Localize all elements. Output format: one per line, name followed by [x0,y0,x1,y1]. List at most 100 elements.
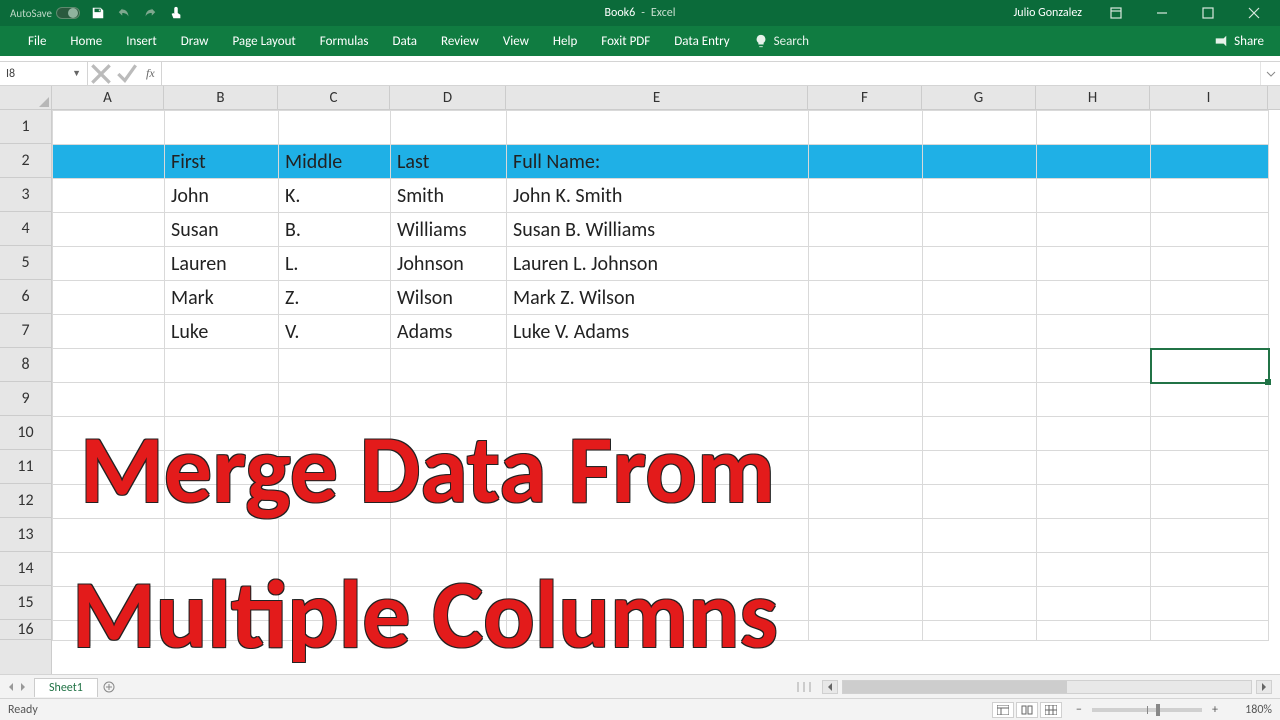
cell-I16[interactable] [1151,621,1269,641]
cell-E12[interactable] [507,485,809,519]
column-header-A[interactable]: A [52,86,164,109]
cell-D10[interactable] [391,417,507,451]
cell-E3[interactable]: John K. Smith [507,179,809,213]
cell-D1[interactable] [391,111,507,145]
formula-input[interactable] [162,62,1260,85]
cell-E10[interactable] [507,417,809,451]
cell-C10[interactable] [279,417,391,451]
cell-C9[interactable] [279,383,391,417]
cell-D5[interactable]: Johnson [391,247,507,281]
cell-G12[interactable] [923,485,1037,519]
row-header-3[interactable]: 3 [0,178,51,212]
column-header-I[interactable]: I [1150,86,1268,109]
cell-E15[interactable] [507,587,809,621]
cell-H1[interactable] [1037,111,1151,145]
cell-A11[interactable] [53,451,165,485]
row-header-14[interactable]: 14 [0,552,51,586]
cell-I7[interactable] [1151,315,1269,349]
select-all-corner[interactable] [0,86,52,110]
tab-file[interactable]: File [16,26,58,56]
cell-F2[interactable] [809,145,923,179]
tab-help[interactable]: Help [541,26,589,56]
cell-G1[interactable] [923,111,1037,145]
cell-A7[interactable] [53,315,165,349]
cell-D3[interactable]: Smith [391,179,507,213]
formula-expand-button[interactable] [1260,62,1280,85]
cell-C15[interactable] [279,587,391,621]
cell-G14[interactable] [923,553,1037,587]
cell-E1[interactable] [507,111,809,145]
cell-C7[interactable]: V. [279,315,391,349]
cell-G8[interactable] [923,349,1037,383]
cell-D4[interactable]: Williams [391,213,507,247]
column-header-B[interactable]: B [164,86,278,109]
cell-H12[interactable] [1037,485,1151,519]
zoom-out-button[interactable]: − [1072,703,1086,717]
formula-enter-button[interactable] [114,61,140,87]
cell-E2[interactable]: Full Name: [507,145,809,179]
row-header-10[interactable]: 10 [0,416,51,450]
maximize-button[interactable] [1186,0,1230,26]
cell-D13[interactable] [391,519,507,553]
cell-F16[interactable] [809,621,923,641]
tab-review[interactable]: Review [429,26,491,56]
cell-B11[interactable] [165,451,279,485]
undo-button[interactable] [112,2,136,24]
cell-C3[interactable]: K. [279,179,391,213]
tab-page-layout[interactable]: Page Layout [220,26,307,56]
cell-H4[interactable] [1037,213,1151,247]
scroll-left-button[interactable] [822,680,838,694]
cell-B13[interactable] [165,519,279,553]
cell-G10[interactable] [923,417,1037,451]
cell-I1[interactable] [1151,111,1269,145]
cell-A9[interactable] [53,383,165,417]
cell-C13[interactable] [279,519,391,553]
cell-G15[interactable] [923,587,1037,621]
cell-I6[interactable] [1151,281,1269,315]
cell-F4[interactable] [809,213,923,247]
row-header-16[interactable]: 16 [0,620,51,640]
row-header-1[interactable]: 1 [0,110,51,144]
cell-H6[interactable] [1037,281,1151,315]
cell-B12[interactable] [165,485,279,519]
cell-F9[interactable] [809,383,923,417]
cell-A13[interactable] [53,519,165,553]
cell-H11[interactable] [1037,451,1151,485]
cell-E9[interactable] [507,383,809,417]
touch-mode-button[interactable] [164,2,188,24]
normal-view-button[interactable] [992,702,1014,718]
scroll-right-button[interactable] [1256,680,1272,694]
cell-F5[interactable] [809,247,923,281]
cell-D11[interactable] [391,451,507,485]
cell-D8[interactable] [391,349,507,383]
column-header-G[interactable]: G [922,86,1036,109]
cell-G5[interactable] [923,247,1037,281]
cell-H5[interactable] [1037,247,1151,281]
cell-H8[interactable] [1037,349,1151,383]
cell-I11[interactable] [1151,451,1269,485]
cell-H10[interactable] [1037,417,1151,451]
cell-B2[interactable]: First [165,145,279,179]
cell-B14[interactable] [165,553,279,587]
cell-H14[interactable] [1037,553,1151,587]
cell-A16[interactable] [53,621,165,641]
cell-B7[interactable]: Luke [165,315,279,349]
column-header-H[interactable]: H [1036,86,1150,109]
cell-A5[interactable] [53,247,165,281]
sheet-nav-buttons[interactable] [0,682,34,692]
cell-B15[interactable] [165,587,279,621]
cell-H15[interactable] [1037,587,1151,621]
cell-D15[interactable] [391,587,507,621]
autosave-toggle[interactable]: AutoSave [6,7,84,20]
row-header-8[interactable]: 8 [0,348,51,382]
cell-A3[interactable] [53,179,165,213]
cell-H16[interactable] [1037,621,1151,641]
cell-B4[interactable]: Susan [165,213,279,247]
cell-D2[interactable]: Last [391,145,507,179]
cell-F10[interactable] [809,417,923,451]
ribbon-collapse-bar[interactable] [0,56,1280,62]
cell-H2[interactable] [1037,145,1151,179]
cell-A10[interactable] [53,417,165,451]
horizontal-scrollbar[interactable] [822,680,1272,694]
cell-C1[interactable] [279,111,391,145]
